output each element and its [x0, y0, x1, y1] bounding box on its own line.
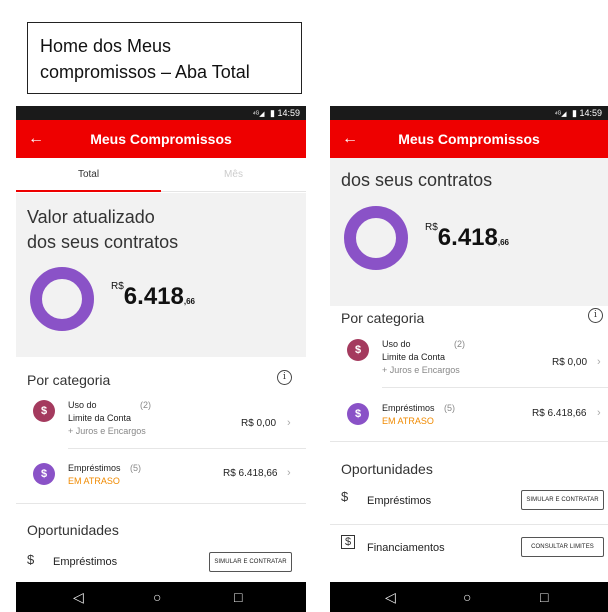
chevron-right-icon: › — [597, 356, 601, 368]
emprestimos-value: R$ 6.418,66 — [532, 408, 587, 419]
amount-integer: 6.418 — [123, 283, 184, 310]
donut-chart — [344, 206, 408, 270]
divider — [68, 448, 306, 449]
nav-home-icon[interactable]: ○ — [153, 588, 161, 606]
limite-sub: + Juros e Encargos — [68, 426, 146, 436]
nav-back-icon[interactable]: ◁ — [73, 588, 84, 606]
limite-line-2: Limite da Conta — [382, 352, 446, 362]
nav-recent-icon[interactable]: □ — [540, 588, 548, 606]
op-emprestimos-label: Empréstimos — [367, 495, 432, 507]
hand-dollar-icon: $ — [27, 552, 35, 567]
battery-icon: ▮ — [270, 108, 275, 118]
tab-total[interactable]: Total — [16, 169, 161, 180]
divider — [330, 524, 608, 525]
hand-money-icon: $ — [347, 403, 369, 425]
limite-value: R$ 0,00 — [241, 418, 277, 429]
donut-chart — [30, 267, 94, 331]
currency-symbol: R$ — [111, 281, 124, 292]
emprestimos-label: Empréstimos — [382, 403, 435, 413]
limite-line-1: Uso do — [382, 339, 411, 349]
limite-sub: + Juros e Encargos — [382, 365, 460, 375]
amount-cents: ,66 — [183, 297, 195, 306]
phone-screen-total-scrolled: ⁴ᴳ◢ ▮ 14:59 ← Meus Compromissos dos seus… — [330, 106, 608, 612]
emprestimos-label: Empréstimos — [68, 463, 121, 473]
signal-icon: ⁴ᴳ◢ — [252, 111, 265, 118]
emprestimos-value: R$ 6.418,66 — [223, 468, 278, 479]
consultar-limites-button[interactable]: CONSULTAR LIMITES — [521, 537, 604, 557]
valor-card: Valor atualizado dos seus contratos R$6.… — [16, 193, 306, 357]
chevron-right-icon: › — [597, 407, 601, 419]
caption-line-1: Home dos Meus — [40, 36, 172, 56]
app-bar: ← Meus Compromissos — [16, 120, 306, 158]
tab-indicator — [16, 190, 161, 192]
limite-count: (2) — [140, 400, 151, 410]
android-nav-bar: ◁ ○ □ — [330, 582, 608, 612]
valor-title: Valor atualizado dos seus contratos — [27, 205, 178, 255]
valor-title-line-2: dos seus contratos — [27, 232, 179, 252]
app-bar: ← Meus Compromissos — [330, 120, 608, 158]
limite-value: R$ 0,00 — [552, 357, 588, 368]
limite-line-1: Uso do — [68, 400, 97, 410]
money-bag-icon: $ — [33, 400, 55, 422]
status-time: 14:59 — [579, 108, 602, 118]
nav-home-icon[interactable]: ○ — [463, 588, 471, 606]
valor-card: dos seus contratos R$6.418,66 — [330, 158, 608, 306]
amount-cents: ,66 — [497, 238, 509, 247]
divider — [382, 387, 608, 388]
oportunidades-heading: Oportunidades — [27, 522, 119, 538]
op-emprestimos-label: Empréstimos — [53, 556, 118, 568]
status-time: 14:59 — [277, 108, 300, 118]
oportunidades-heading: Oportunidades — [341, 461, 433, 477]
chevron-right-icon: › — [287, 417, 291, 429]
app-title: Meus Compromissos — [90, 131, 232, 147]
valor-title-line-2: dos seus contratos — [341, 170, 493, 190]
tab-bar: Total Mês — [16, 158, 306, 192]
currency-symbol: R$ — [425, 222, 438, 233]
valor-amount: R$6.418,66 — [425, 222, 509, 252]
android-nav-bar: ◁ ○ □ — [16, 582, 306, 612]
status-bar: ⁴ᴳ◢ ▮ 14:59 — [16, 106, 306, 120]
divider — [16, 503, 306, 504]
limite-line-2: Limite da Conta — [68, 413, 132, 423]
limite-count: (2) — [454, 339, 465, 349]
valor-title-line-1: Valor atualizado — [27, 207, 155, 227]
tab-mes[interactable]: Mês — [161, 169, 306, 180]
nav-recent-icon[interactable]: □ — [234, 588, 242, 606]
hand-money-icon: $ — [33, 463, 55, 485]
status-badge: EM ATRASO — [382, 416, 434, 426]
status-bar: ⁴ᴳ◢ ▮ 14:59 — [330, 106, 608, 120]
caption-line-2: compromissos – Aba Total — [40, 62, 250, 82]
simular-contratar-button[interactable]: SIMULAR E CONTRATAR — [521, 490, 604, 510]
valor-amount: R$6.418,66 — [111, 281, 195, 311]
screen-caption: Home dos Meus compromissos – Aba Total — [27, 22, 302, 94]
money-bag-icon: $ — [347, 339, 369, 361]
hand-dollar-icon: $ — [341, 489, 349, 504]
signal-icon: ⁴ᴳ◢ — [554, 111, 567, 118]
info-icon[interactable]: i — [277, 370, 292, 385]
app-title: Meus Compromissos — [398, 131, 540, 147]
battery-icon: ▮ — [572, 108, 577, 118]
phone-screen-total-top: ⁴ᴳ◢ ▮ 14:59 ← Meus Compromissos Total Mê… — [16, 106, 306, 612]
bill-icon: $ — [341, 535, 356, 549]
status-badge: EM ATRASO — [68, 476, 120, 486]
categoria-heading: Por categoria — [27, 372, 111, 388]
chevron-right-icon: › — [287, 467, 291, 479]
amount-integer: 6.418 — [437, 224, 498, 251]
nav-back-icon[interactable]: ◁ — [385, 588, 396, 606]
info-icon[interactable]: i — [588, 308, 603, 323]
categoria-heading: Por categoria — [341, 310, 425, 326]
divider — [330, 441, 608, 442]
simular-contratar-button[interactable]: SIMULAR E CONTRATAR — [209, 552, 292, 572]
emprestimos-count: (5) — [444, 403, 455, 413]
emprestimos-count: (5) — [130, 463, 141, 473]
op-financiamentos-label: Financiamentos — [367, 542, 445, 554]
